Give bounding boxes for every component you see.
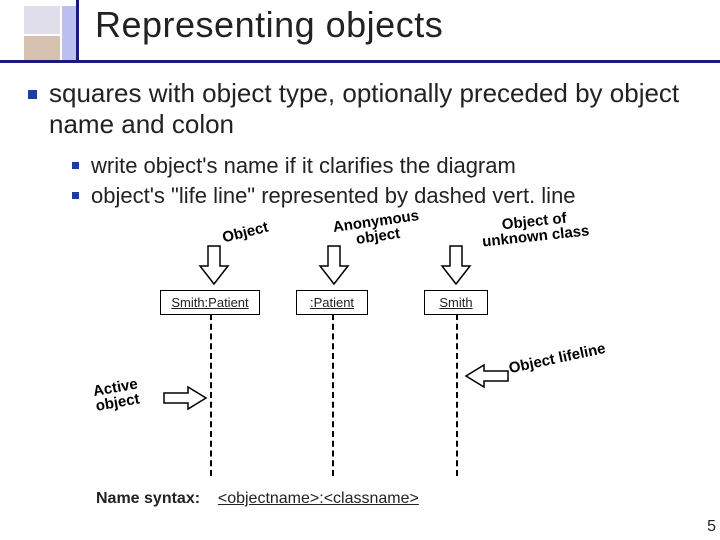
object-box: :Patient — [296, 290, 368, 315]
object-label: Smith — [439, 295, 472, 310]
arrow-left-icon — [464, 362, 510, 390]
uml-diagram: Object Anonymous object Object of unknow… — [104, 232, 616, 492]
bullet-text: write object's name if it clarifies the … — [91, 152, 516, 180]
object-label: Smith:Patient — [171, 295, 248, 310]
decor-line — [76, 0, 79, 62]
name-syntax: Name syntax: <objectname>:<classname> — [96, 490, 419, 508]
decor-block — [24, 6, 60, 34]
object-box: Smith:Patient — [160, 290, 260, 315]
object-label: :Patient — [310, 295, 354, 310]
bullet-icon — [72, 192, 79, 199]
page-number: 5 — [707, 518, 716, 536]
bullet-level2: write object's name if it clarifies the … — [72, 152, 698, 180]
bullet-icon — [72, 162, 79, 169]
cue-active: Active object — [92, 372, 166, 414]
lifeline — [210, 314, 212, 476]
cue-unknown: Object of unknown class — [479, 208, 592, 249]
bullet-text: object's "life line" represented by dash… — [91, 182, 576, 210]
syntax-label: Name syntax: — [96, 490, 200, 507]
bullet-text: squares with object type, optionally pre… — [49, 78, 698, 140]
lifeline — [456, 314, 458, 476]
arrow-down-icon — [436, 244, 476, 288]
arrow-right-icon — [162, 384, 208, 412]
cue-lifeline: Object lifeline — [507, 340, 607, 377]
cue-object: Object — [221, 219, 270, 247]
object-box: Smith — [424, 290, 488, 315]
lifeline — [332, 314, 334, 476]
decor-block — [62, 6, 76, 60]
syntax-value: <objectname>:<classname> — [218, 490, 419, 507]
decor-block — [24, 36, 60, 60]
bullet-level2: object's "life line" represented by dash… — [72, 182, 698, 210]
bullet-icon — [28, 90, 37, 99]
bullet-level1: squares with object type, optionally pre… — [28, 78, 698, 140]
title-decor: Representing objects — [0, 0, 720, 62]
arrow-down-icon — [194, 244, 234, 288]
slide-body: squares with object type, optionally pre… — [28, 78, 698, 211]
decor-line — [0, 60, 720, 63]
arrow-down-icon — [314, 244, 354, 288]
slide-title: Representing objects — [95, 4, 443, 46]
cue-unknown-text: Object of unknown class — [479, 208, 592, 249]
